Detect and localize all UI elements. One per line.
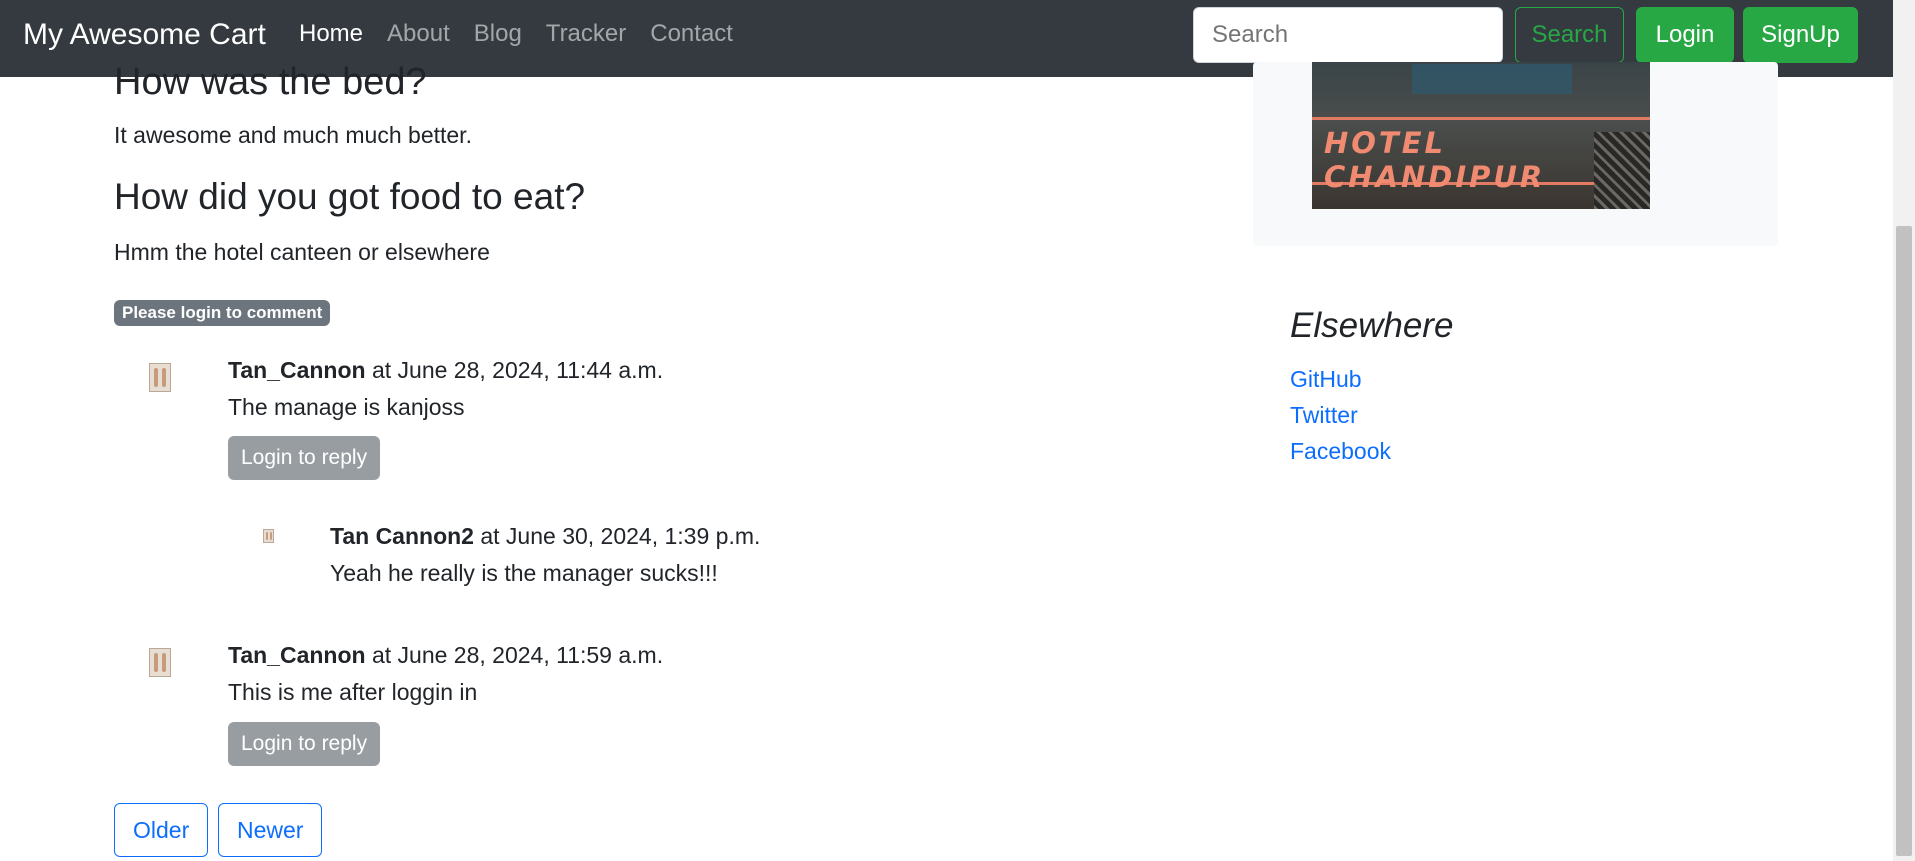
scrollbar-thumb[interactable] bbox=[1896, 226, 1912, 856]
search-input[interactable] bbox=[1193, 7, 1503, 63]
comment-author: Tan_Cannon bbox=[228, 357, 366, 383]
hotel-image: HOTEL CHANDIPUR bbox=[1312, 62, 1650, 209]
avatar bbox=[149, 648, 171, 677]
navbar-brand[interactable]: My Awesome Cart bbox=[23, 18, 266, 52]
reply-text: Yeah he really is the manager sucks!!! bbox=[330, 560, 718, 586]
avatar bbox=[149, 363, 171, 392]
login-to-reply-button[interactable]: Login to reply bbox=[228, 436, 381, 480]
nav-link-home[interactable]: Home bbox=[299, 20, 363, 48]
reply-author: Tan Cannon2 bbox=[330, 523, 474, 549]
newer-button[interactable]: Newer bbox=[218, 803, 323, 857]
comment-date: at June 28, 2024, 11:44 a.m. bbox=[365, 357, 664, 383]
signup-button[interactable]: SignUp bbox=[1743, 7, 1858, 63]
comment-meta: Tan_Cannon at June 28, 2024, 11:59 a.m. bbox=[228, 642, 663, 669]
search-button[interactable]: Search bbox=[1515, 7, 1624, 63]
post-answer-bed: It awesome and much much better. bbox=[114, 122, 472, 148]
nav-links: Home About Blog Tracker Contact bbox=[299, 20, 757, 48]
login-button[interactable]: Login bbox=[1636, 7, 1734, 63]
link-twitter[interactable]: Twitter bbox=[1290, 402, 1358, 429]
nav-link-contact[interactable]: Contact bbox=[650, 20, 733, 48]
older-button[interactable]: Older bbox=[114, 803, 209, 857]
login-to-reply-button[interactable]: Login to reply bbox=[228, 722, 381, 766]
comment-author: Tan_Cannon bbox=[228, 642, 366, 668]
comment-meta: Tan_Cannon at June 28, 2024, 11:44 a.m. bbox=[228, 357, 663, 384]
post-heading-bed: How was the bed? bbox=[114, 61, 427, 103]
comment-date: at June 28, 2024, 11:59 a.m. bbox=[365, 642, 664, 668]
avatar bbox=[263, 529, 274, 543]
nav-link-tracker[interactable]: Tracker bbox=[546, 20, 626, 48]
post-answer-food: Hmm the hotel canteen or elsewhere bbox=[114, 239, 490, 265]
comment-text: The manage is kanjoss bbox=[228, 394, 465, 420]
login-to-comment-badge: Please login to comment bbox=[114, 300, 331, 326]
post-heading-food: How did you got food to eat? bbox=[114, 176, 586, 217]
reply-meta: Tan Cannon2 at June 30, 2024, 1:39 p.m. bbox=[330, 523, 760, 550]
nav-link-about[interactable]: About bbox=[387, 20, 450, 48]
elsewhere-heading: Elsewhere bbox=[1290, 306, 1454, 345]
reply-date: at June 30, 2024, 1:39 p.m. bbox=[473, 523, 761, 549]
link-github[interactable]: GitHub bbox=[1290, 366, 1362, 393]
comment-text: This is me after loggin in bbox=[228, 679, 478, 705]
link-facebook[interactable]: Facebook bbox=[1290, 438, 1391, 465]
nav-link-blog[interactable]: Blog bbox=[474, 20, 522, 48]
